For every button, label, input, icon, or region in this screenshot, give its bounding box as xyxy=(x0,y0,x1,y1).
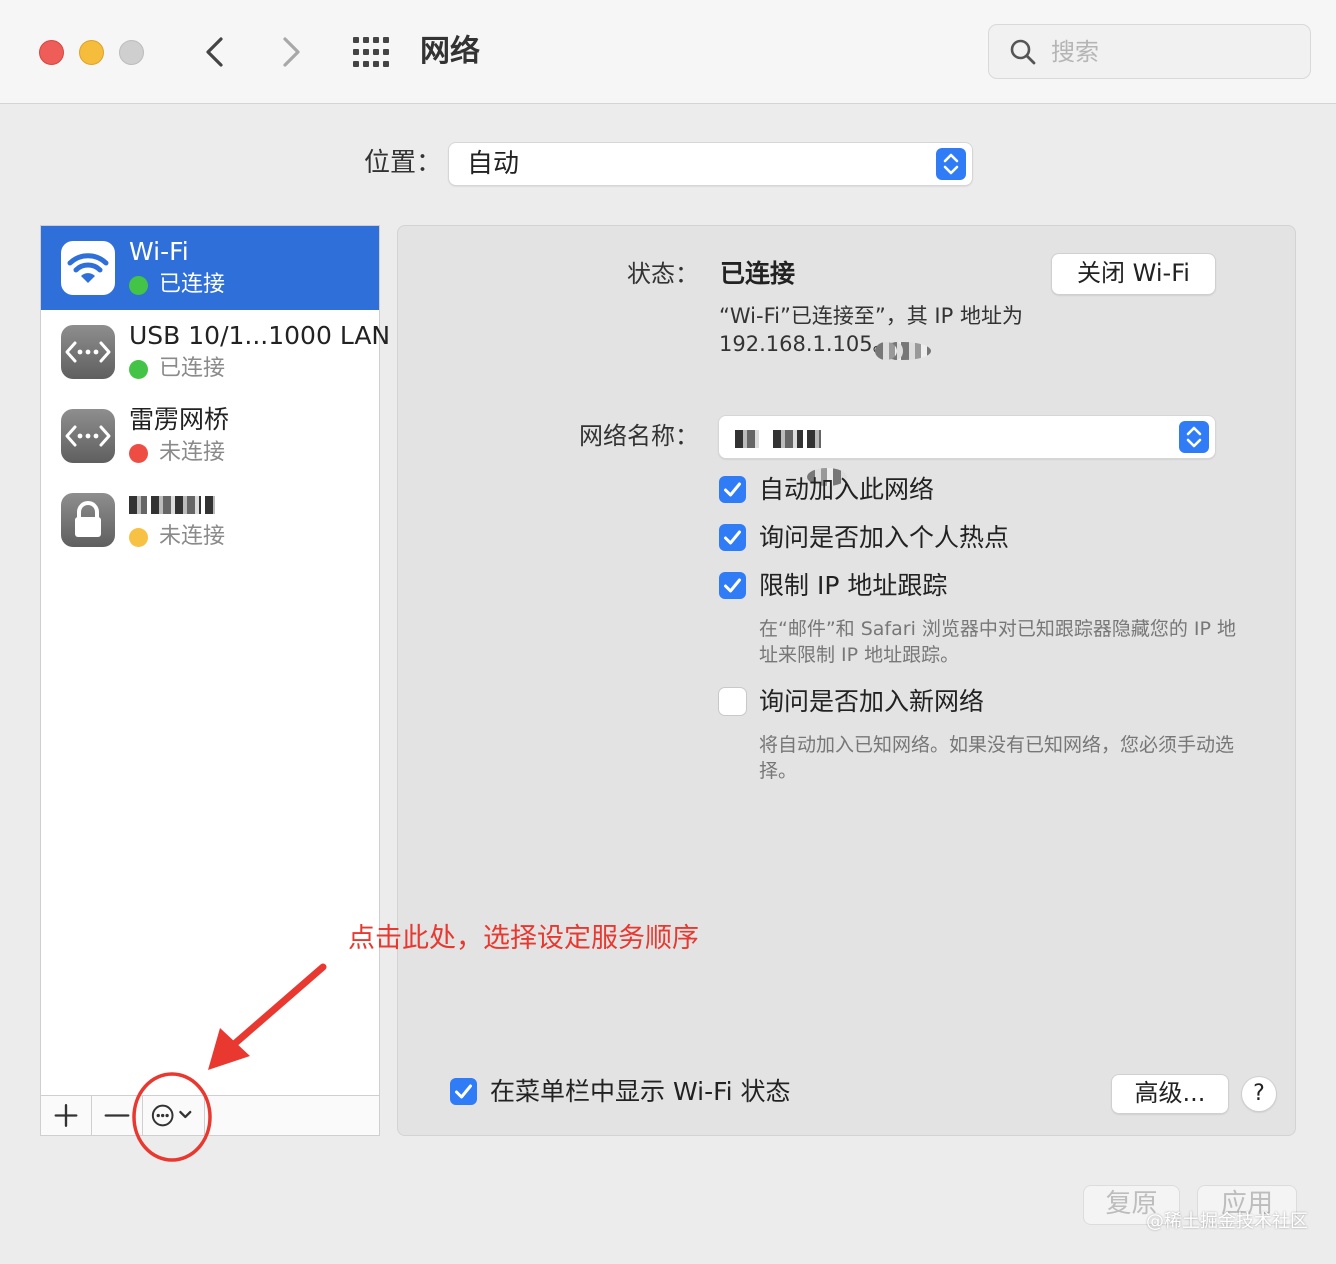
updown-chevron-icon xyxy=(1179,421,1209,453)
checkmark-icon xyxy=(455,1084,472,1099)
chevron-left-icon xyxy=(206,37,223,67)
close-window-button[interactable] xyxy=(39,40,64,65)
checkbox-checked[interactable] xyxy=(450,1078,477,1105)
detail-panel: 状态： 已连接 关闭 Wi-Fi “Wi-Fi”已连接至 ”，其 IP 地址为 1… xyxy=(397,225,1296,1136)
service-status: 已连接 xyxy=(129,354,225,384)
location-label: 位置： xyxy=(364,148,443,178)
window-title: 网络 xyxy=(420,34,480,69)
option-label: 询问是否加入新网络 xyxy=(759,687,985,716)
service-name: USB 10/1...1000 LAN xyxy=(129,321,391,350)
service-item-vpn[interactable]: 未连接 xyxy=(41,478,379,562)
zoom-window-button[interactable] xyxy=(119,40,144,65)
location-select[interactable]: 自动 xyxy=(449,143,972,185)
network-name-value-redacted xyxy=(735,428,847,486)
annotation-text: 点击此处，选择设定服务顺序 xyxy=(348,923,699,954)
service-list-toolbar xyxy=(41,1095,379,1135)
checkbox-checked[interactable] xyxy=(719,524,746,551)
service-name: Wi-Fi xyxy=(129,237,189,266)
ethernet-icon xyxy=(61,325,115,379)
show-all-button[interactable] xyxy=(352,36,392,68)
advanced-button[interactable]: 高级... xyxy=(1112,1075,1228,1113)
help-button[interactable]: ? xyxy=(1242,1077,1276,1111)
wifi-icon xyxy=(61,241,115,295)
status-dot-yellow xyxy=(129,528,148,547)
service-status-text: 已连接 xyxy=(159,272,226,297)
service-list: Wi-Fi 已连接 USB 10/1...1000 LAN 已连接 雷雳网桥 未… xyxy=(40,225,390,1136)
search-placeholder: 搜索 xyxy=(1051,38,1099,66)
option-label: 在菜单栏中显示 Wi-Fi 状态 xyxy=(490,1077,791,1106)
service-status: 未连接 xyxy=(129,522,225,552)
service-status-text: 未连接 xyxy=(159,524,226,549)
status-value: 已连接 xyxy=(720,259,796,288)
ellipsis-circle-chevron-icon xyxy=(151,1104,192,1127)
service-status: 已连接 xyxy=(129,270,225,300)
lock-icon xyxy=(61,493,115,547)
service-name: 雷雳网桥 xyxy=(129,405,230,434)
checkmark-icon xyxy=(724,578,741,593)
network-name-label: 网络名称： xyxy=(579,422,699,450)
option-label: 自动加入此网络 xyxy=(759,475,935,504)
service-name-redacted xyxy=(129,488,219,520)
status-dot-green xyxy=(129,360,148,379)
checkbox-checked[interactable] xyxy=(719,572,746,599)
location-value: 自动 xyxy=(467,149,520,179)
status-dot-red xyxy=(129,444,148,463)
grid-icon xyxy=(353,37,389,67)
option-label: 询问是否加入个人热点 xyxy=(759,523,1010,552)
service-item-wifi[interactable]: Wi-Fi 已连接 xyxy=(41,226,379,310)
ask-new-network-description: 将自动加入已知网络。如果没有已知网络，您必须手动选择。 xyxy=(759,734,1235,782)
back-button[interactable] xyxy=(196,32,236,72)
turn-off-wifi-button[interactable]: 关闭 Wi-Fi xyxy=(1052,254,1215,294)
checkmark-icon xyxy=(724,530,741,545)
search-icon xyxy=(1010,39,1036,65)
add-service-button[interactable] xyxy=(41,1096,92,1135)
plus-icon xyxy=(54,1104,78,1127)
title-bar: 网络 搜索 xyxy=(0,0,1336,104)
network-name-select[interactable] xyxy=(719,416,1215,486)
ethernet-icon xyxy=(61,409,115,463)
status-label: 状态： xyxy=(627,260,699,288)
service-item-thunderbolt-bridge[interactable]: 雷雳网桥 未连接 xyxy=(41,394,379,478)
service-item-usb-lan[interactable]: USB 10/1...1000 LAN 已连接 xyxy=(41,310,390,394)
checkbox-unchecked[interactable] xyxy=(719,688,746,715)
service-status: 未连接 xyxy=(129,438,225,468)
minus-icon xyxy=(104,1114,130,1117)
forward-button[interactable] xyxy=(270,32,310,72)
chevron-right-icon xyxy=(283,37,300,67)
status-dot-green xyxy=(129,276,148,295)
status-description: “Wi-Fi”已连接至 ”，其 IP 地址为 192.168.1.105。 xyxy=(719,302,1219,360)
ip-address: 192.168.1.105。 xyxy=(719,332,894,356)
checkmark-icon xyxy=(724,482,741,497)
search-field[interactable]: 搜索 xyxy=(988,24,1311,79)
limit-ip-tracking-description: 在“邮件”和 Safari 浏览器中对已知跟踪器隐藏您的 IP 地址来限制 IP… xyxy=(759,618,1237,666)
service-status-text: 已连接 xyxy=(159,356,226,381)
option-label: 限制 IP 地址跟踪 xyxy=(759,571,948,600)
watermark: @稀土掘金技术社区 xyxy=(1146,1211,1308,1232)
service-status-text: 未连接 xyxy=(159,440,226,465)
action-menu-button[interactable] xyxy=(143,1096,205,1135)
remove-service-button[interactable] xyxy=(92,1096,143,1135)
minimize-window-button[interactable] xyxy=(79,40,104,65)
checkbox-checked[interactable] xyxy=(719,476,746,503)
updown-chevron-icon xyxy=(936,148,966,180)
